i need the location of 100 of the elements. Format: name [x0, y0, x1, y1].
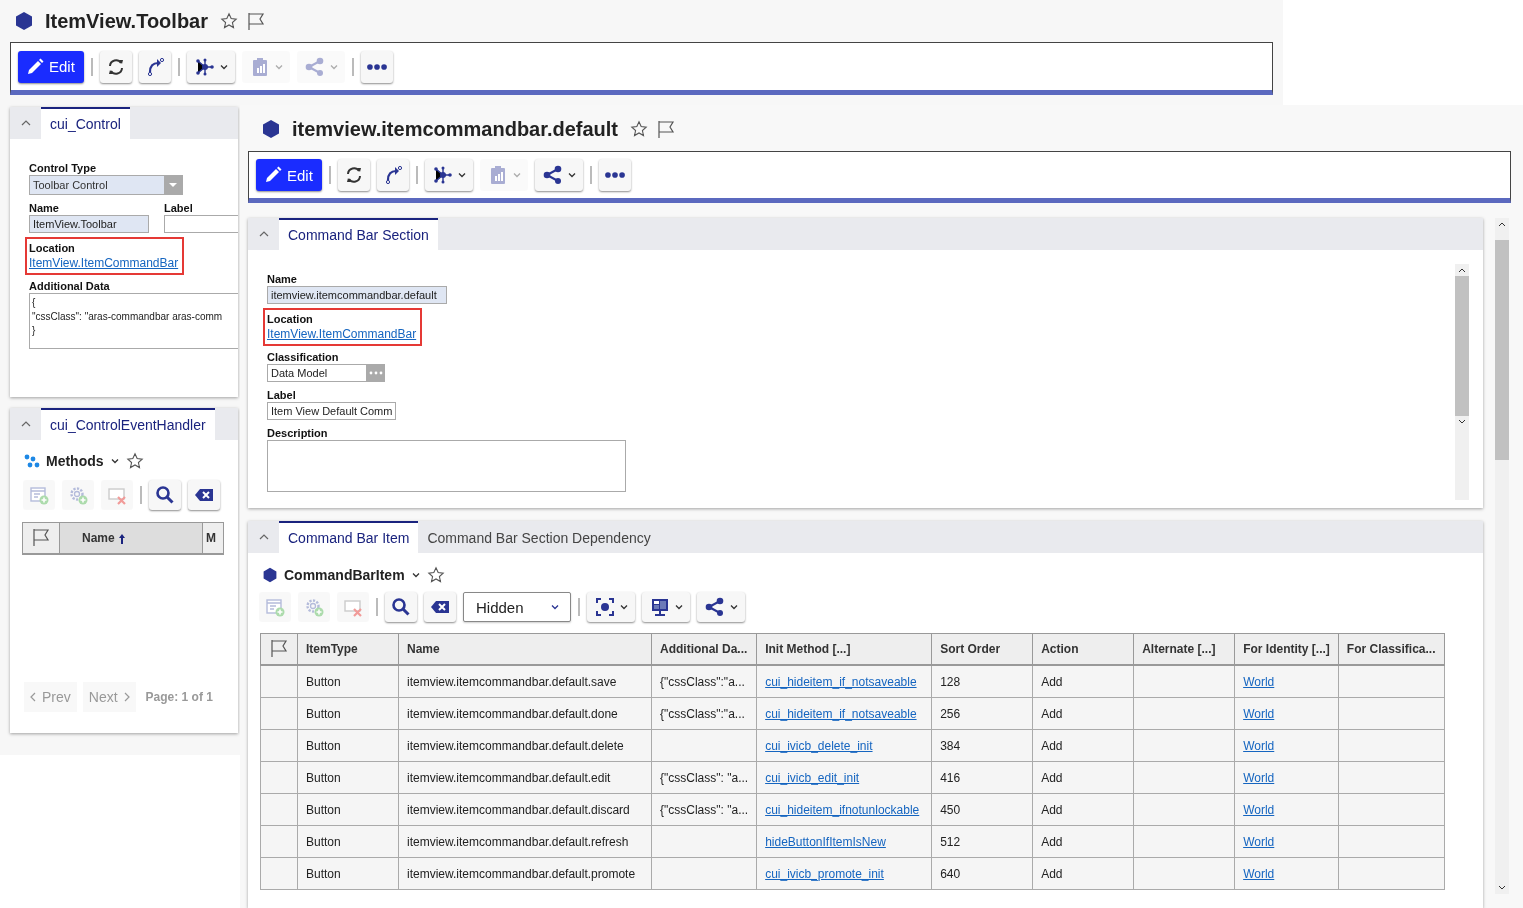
- cell-link[interactable]: cui_ivicb_delete_init: [765, 738, 873, 753]
- more-icon: [604, 172, 625, 178]
- column-label: ItemType: [306, 642, 358, 656]
- table-cell: itemview.itemcommandbar.default.discard: [398, 793, 652, 826]
- toolbar-button[interactable]: [376, 159, 409, 191]
- toolbar-button[interactable]: [598, 159, 631, 191]
- toolbar-button[interactable]: [697, 592, 745, 622]
- table-cell: Add: [1032, 729, 1134, 762]
- cell-link[interactable]: World: [1243, 674, 1275, 689]
- location-link[interactable]: ItemView.ItemCommandBar: [29, 255, 179, 271]
- column-header[interactable]: Init Method [...]: [756, 633, 932, 665]
- table-cell: {"cssClass":"a...: [651, 697, 757, 730]
- ellipsis-button[interactable]: [367, 364, 385, 382]
- scrollbar[interactable]: [1495, 218, 1509, 894]
- toolbar-button[interactable]: [188, 480, 220, 510]
- scrollbar-thumb[interactable]: [1455, 276, 1469, 416]
- table-cell: 128: [931, 665, 1033, 698]
- cell-link[interactable]: cui_ivicb_promote_init: [765, 866, 884, 881]
- monitor-icon: [650, 597, 670, 617]
- toolbar-button[interactable]: [385, 592, 417, 622]
- column-header[interactable]: Sort Order: [931, 633, 1033, 665]
- column-header[interactable]: Action: [1032, 633, 1134, 665]
- table-cell: 512: [931, 825, 1033, 858]
- edit-button[interactable]: Edit: [18, 50, 84, 83]
- table-cell: Add: [1032, 793, 1134, 826]
- column-header[interactable]: For Classifica...: [1338, 633, 1444, 665]
- table-cell: 384: [931, 729, 1033, 762]
- text-area[interactable]: [267, 440, 626, 492]
- column-header[interactable]: Name: [59, 522, 203, 554]
- scrollbar[interactable]: [1455, 264, 1469, 500]
- column-header[interactable]: [22, 522, 60, 554]
- chevron-left-icon: [30, 692, 36, 702]
- table-cell: Add: [1032, 761, 1134, 794]
- text-field[interactable]: itemview.itemcommandbar.default: [267, 286, 447, 304]
- text-line: "cssClass": "aras-commandbar aras-comm: [32, 310, 224, 324]
- text-field[interactable]: Item View Default Comm: [267, 402, 397, 420]
- favorite-star-icon: [220, 12, 238, 30]
- dropdown-field[interactable]: Toolbar Control: [29, 175, 183, 195]
- item-field[interactable]: Data Model: [267, 364, 367, 382]
- section-tab[interactable]: Command Bar Item: [279, 521, 419, 553]
- text-field[interactable]: ItemView.Toolbar: [29, 215, 149, 233]
- scrollbar-thumb[interactable]: [1495, 240, 1509, 460]
- flag-icon: [31, 526, 51, 547]
- column-header[interactable]: ItemType: [297, 633, 399, 665]
- cell-link[interactable]: World: [1243, 706, 1275, 721]
- cell-link[interactable]: World: [1243, 770, 1275, 785]
- column-label: For Identity [...]: [1243, 642, 1330, 656]
- search-icon: [391, 597, 411, 617]
- toolbar-button[interactable]: [149, 480, 181, 510]
- field-label: Location: [29, 241, 76, 255]
- item-type-icon: [262, 567, 278, 583]
- table-cell: Add: [1032, 825, 1134, 858]
- toolbar-button[interactable]: [424, 159, 473, 191]
- section-tab[interactable]: Command Bar Section: [279, 218, 438, 250]
- toolbar-button[interactable]: [138, 50, 171, 83]
- scroll-down-icon: [1458, 419, 1466, 425]
- toolbar-button[interactable]: [534, 159, 583, 191]
- cell-link[interactable]: World: [1243, 866, 1275, 881]
- toolbar-button[interactable]: [642, 592, 690, 622]
- section-tab[interactable]: Command Bar Section Dependency: [418, 521, 660, 553]
- favorite-star-icon: [125, 452, 144, 470]
- cell-link[interactable]: cui_ivicb_edit_init: [765, 770, 860, 785]
- column-label: Name: [407, 642, 440, 656]
- column-label: Name: [82, 531, 115, 545]
- pencil-icon: [25, 56, 45, 77]
- cell-link[interactable]: World: [1243, 834, 1275, 849]
- section-tab[interactable]: cui_ControlEventHandler: [41, 408, 215, 440]
- location-link[interactable]: ItemView.ItemCommandBar: [267, 326, 417, 342]
- view-mode-dropdown[interactable]: Hidden: [463, 592, 571, 622]
- table-cell: 256: [931, 697, 1033, 730]
- chevron-right-icon: [123, 692, 130, 702]
- text-line: }: [32, 324, 37, 338]
- field-label: Control Type: [29, 161, 97, 175]
- toolbar-button[interactable]: [186, 50, 235, 83]
- column-header[interactable]: [260, 633, 298, 665]
- field-label: Description: [267, 426, 329, 440]
- edit-button[interactable]: Edit: [256, 159, 322, 191]
- field-label: Location: [267, 312, 314, 326]
- item-type-icon: [14, 11, 34, 31]
- column-header[interactable]: Alternate [...]: [1133, 633, 1235, 665]
- cell-link[interactable]: cui_hideitem_ifnotunlockable: [765, 802, 920, 817]
- search-icon: [155, 485, 175, 505]
- toolbar-button[interactable]: [587, 592, 635, 622]
- cell-link[interactable]: cui_hideitem_if_notsaveable: [765, 706, 917, 721]
- column-header[interactable]: M: [202, 522, 224, 554]
- cell-link[interactable]: cui_hideitem_if_notsaveable: [765, 674, 917, 689]
- section-tab[interactable]: cui_Control: [41, 107, 130, 139]
- cell-link[interactable]: World: [1243, 802, 1275, 817]
- cell-link[interactable]: World: [1243, 738, 1275, 753]
- column-header[interactable]: Additional Da...: [651, 633, 757, 665]
- toolbar-button[interactable]: [360, 50, 393, 83]
- column-header[interactable]: Name: [398, 633, 652, 665]
- table-cell: Button: [297, 697, 399, 730]
- cell-link[interactable]: hideButtonIfItemIsNew: [765, 834, 886, 849]
- toolbar-button[interactable]: [424, 592, 456, 622]
- toolbar-button[interactable]: [99, 50, 132, 83]
- toolbar-button[interactable]: [337, 159, 370, 191]
- table-cell: itemview.itemcommandbar.default.done: [398, 697, 652, 730]
- gear-plus-icon: [304, 597, 324, 617]
- column-header[interactable]: For Identity [...]: [1234, 633, 1339, 665]
